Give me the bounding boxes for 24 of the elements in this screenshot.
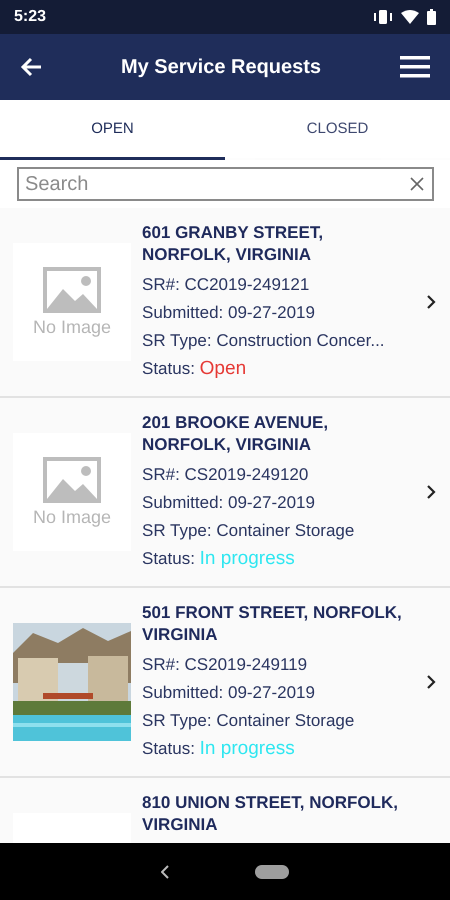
request-address: 810 UNION STREET, NORFOLK, VIRGINIA — [142, 792, 399, 836]
screen-title: My Service Requests — [120, 56, 322, 78]
request-number: SR#: CS2019-249120 — [142, 464, 310, 486]
status-time: 5:23 — [14, 8, 46, 26]
no-image-label: No Image — [32, 506, 112, 528]
request-number: SR#: CS2019-249119 — [142, 654, 308, 676]
request-type: SR Type: Container Storage — [142, 520, 356, 542]
no-image-label: No Image — [32, 316, 112, 338]
status-label: Status: — [142, 549, 195, 568]
status-value: In progress — [200, 548, 295, 569]
status-label: Status: — [142, 739, 195, 758]
request-number: SR#: CC2019-249121 — [142, 274, 310, 296]
request-type: SR Type: Container Storage — [142, 710, 356, 732]
submitted-date: Submitted: 09-27-2019 — [142, 302, 316, 324]
status-value: Open — [200, 358, 246, 379]
submitted-date: Submitted: 09-27-2019 — [142, 492, 316, 514]
request-address: 501 FRONT STREET, NORFOLK, VIRGINIA — [142, 602, 403, 646]
status-value: In progress — [200, 738, 295, 759]
search-field[interactable]: Search — [17, 167, 434, 201]
request-type: SR Type: Construction Concer... — [142, 330, 386, 352]
request-address: 201 BROOKE AVENUE, NORFOLK, VIRGINIA — [142, 412, 330, 456]
submitted-date: Submitted: 09-27-2019 — [142, 682, 316, 704]
status-label: Status: — [142, 359, 195, 378]
request-address: 601 GRANBY STREET, NORFOLK, VIRGINIA — [142, 222, 324, 266]
